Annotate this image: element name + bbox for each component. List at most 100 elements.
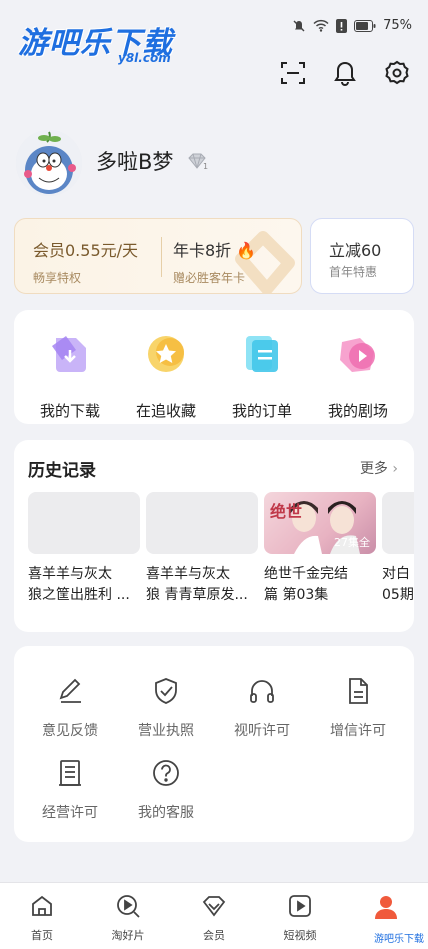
bottom-nav: 首页 淘好片 会员 短视频 游吧乐下载	[0, 882, 428, 949]
nav-vip-label: 会员	[203, 929, 225, 942]
vip-price-sub: 畅享特权	[33, 271, 82, 285]
order-icon	[246, 336, 278, 372]
discover-icon	[117, 895, 140, 918]
av-permit-label: 视听许可	[234, 723, 290, 739]
quick-actions-card: 我的下载 在追收藏 我的订单 我的剧场	[14, 310, 414, 424]
my-downloads-label: 我的下载	[39, 402, 100, 420]
gear-icon[interactable]	[382, 58, 412, 88]
mute-icon	[293, 20, 305, 31]
history-item-line1: 绝世千金完结	[264, 566, 348, 582]
play-icon	[340, 338, 375, 372]
history-item-line2: 狼之筐出胜利 ...	[28, 587, 130, 603]
history-thumbnail[interactable]	[28, 492, 140, 554]
my-downloads-button[interactable]: 我的下载	[20, 332, 120, 421]
history-item-line2: 狼 青青草原发...	[146, 587, 248, 603]
username[interactable]: 多啦B梦	[96, 146, 173, 176]
scan-icon[interactable]	[278, 58, 308, 88]
status-indicators: 75%	[292, 18, 412, 33]
nav-discover-label: 淘好片	[111, 929, 145, 942]
episode-count: 27集全	[334, 536, 370, 549]
my-theater-button[interactable]: 我的剧场	[308, 332, 408, 421]
nav-discover[interactable]: 淘好片	[92, 893, 164, 943]
vip-icon	[202, 896, 226, 917]
annual-gift: 赠必胜客年卡	[173, 271, 246, 285]
my-theater-label: 我的剧场	[327, 402, 388, 420]
nav-short-video[interactable]: 短视频	[264, 893, 336, 943]
ledger-icon	[59, 760, 81, 786]
history-more-link[interactable]: 更多 ›	[360, 458, 398, 478]
battery-icon	[354, 19, 376, 32]
doraemon-avatar-image	[16, 130, 82, 196]
document-icon	[349, 678, 368, 704]
divider	[161, 237, 162, 277]
history-thumbnail-poster[interactable]: 绝世 27集全	[264, 492, 376, 554]
telecom-permit-label: 增信许可	[330, 723, 386, 739]
my-orders-label: 我的订单	[231, 402, 292, 420]
profile-icon	[375, 896, 397, 919]
star-icon	[148, 336, 184, 372]
history-thumbnail[interactable]	[382, 492, 414, 554]
business-license-button[interactable]: 营业执照	[118, 676, 214, 740]
history-item-title[interactable]: 绝世千金完结 篇 第03集	[264, 564, 378, 606]
history-item-line2: 篇 第03集	[264, 587, 329, 603]
operating-permit-label: 经营许可	[42, 805, 98, 821]
battery-level: 75%	[383, 18, 412, 33]
history-card: 历史记录 更多 › 喜羊羊与灰太 狼之筐出胜利 ... 喜羊羊与灰太 狼 青青草…	[14, 440, 414, 632]
nav-vip[interactable]: 会员	[178, 893, 250, 943]
history-item-line1: 对白	[382, 566, 410, 582]
help-icon	[153, 760, 179, 786]
level-number: 1	[203, 162, 209, 171]
history-item-title[interactable]: 喜羊羊与灰太 狼 青青草原发...	[146, 564, 260, 606]
watermark-sub: y8l.com	[118, 51, 171, 65]
operating-permit-button[interactable]: 经营许可	[22, 758, 118, 822]
corner-watermark: 游吧乐下载	[374, 934, 424, 945]
history-item-title[interactable]: 喜羊羊与灰太 狼之筐出胜利 ...	[28, 564, 142, 606]
feedback-button[interactable]: 意见反馈	[22, 676, 118, 740]
vip-daily-offer[interactable]: 会员0.55元/天 畅享特权	[33, 237, 138, 286]
headphones-icon	[250, 680, 274, 703]
vip-price: 会员0.55元/天	[33, 241, 139, 260]
my-orders-button[interactable]: 我的订单	[212, 332, 312, 421]
nav-short-video-label: 短视频	[283, 929, 317, 942]
bell-icon[interactable]	[330, 58, 360, 88]
watermark-logo: 游吧乐下载 y8l.com	[18, 18, 173, 65]
shield-check-icon	[155, 678, 177, 704]
customer-service-label: 我的客服	[138, 805, 194, 821]
nav-home[interactable]: 首页	[6, 893, 78, 943]
history-item-title[interactable]: 对白 05期	[382, 564, 414, 606]
fire-icon: 🔥	[236, 241, 257, 260]
services-card: 意见反馈 营业执照 视听许可 增信许可 经营许可 我的客服	[14, 646, 414, 842]
following-label: 在追收藏	[135, 402, 196, 420]
feedback-label: 意见反馈	[42, 723, 98, 739]
pen-icon	[59, 678, 81, 703]
download-icon	[52, 336, 86, 372]
customer-service-button[interactable]: 我的客服	[118, 758, 214, 822]
poster-title: 绝世	[270, 502, 303, 521]
vip-card[interactable]: 会员0.55元/天 畅享特权 年卡8折 🔥 赠必胜客年卡	[14, 218, 302, 294]
annual-discount: 年卡8折	[173, 241, 232, 260]
history-thumbnail[interactable]	[146, 492, 258, 554]
promo-card[interactable]: 立减60 首年特惠	[310, 218, 414, 294]
nav-home-label: 首页	[31, 929, 53, 942]
av-permit-button[interactable]: 视听许可	[214, 676, 310, 740]
chevron-right-icon: ›	[392, 461, 398, 477]
promo-title: 立减60	[329, 241, 382, 260]
vip-annual-offer[interactable]: 年卡8折 🔥 赠必胜客年卡	[173, 237, 256, 286]
history-item-line1: 喜羊羊与灰太	[28, 566, 112, 582]
wifi-icon	[313, 19, 329, 32]
promo-sub: 首年特惠	[329, 265, 378, 279]
history-title: 历史记录	[28, 461, 96, 481]
video-icon	[289, 895, 311, 917]
more-label: 更多	[359, 461, 388, 477]
avatar[interactable]	[16, 130, 82, 196]
following-button[interactable]: 在追收藏	[116, 332, 216, 421]
top-toolbar	[278, 58, 412, 88]
nav-profile[interactable]	[350, 893, 422, 929]
level-badge[interactable]: 1	[186, 152, 210, 176]
status-bar: 游吧乐下载 y8l.com 75%	[0, 0, 428, 65]
business-license-label: 营业执照	[138, 723, 194, 739]
alert-icon	[336, 18, 348, 33]
telecom-permit-button[interactable]: 增信许可	[310, 676, 406, 740]
history-item-line2: 05期	[382, 587, 414, 603]
history-item-line1: 喜羊羊与灰太	[146, 566, 230, 582]
